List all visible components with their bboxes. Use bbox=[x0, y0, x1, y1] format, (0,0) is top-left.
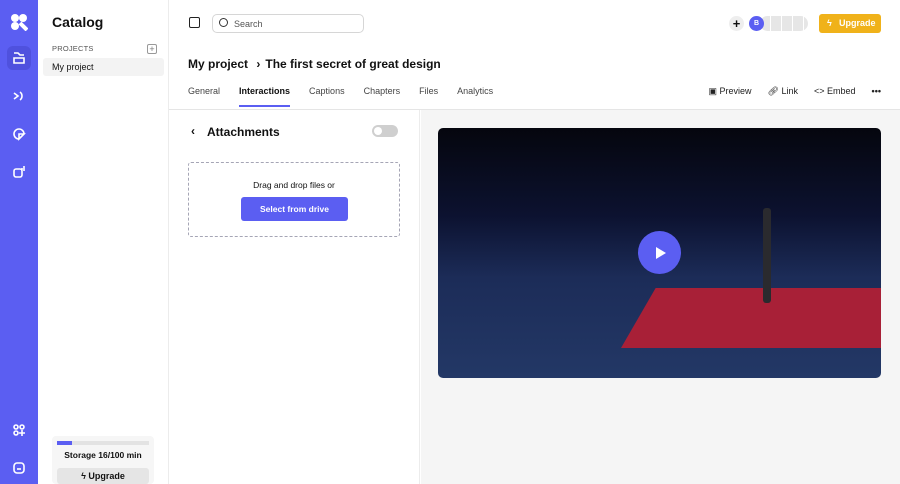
play-icon bbox=[655, 246, 666, 259]
preview-button[interactable]: ▣ Preview bbox=[709, 86, 752, 97]
tab-files[interactable]: Files bbox=[419, 86, 438, 107]
header: Search + B ϟ Upgrade My project › The firs… bbox=[169, 0, 900, 110]
link-button[interactable]: 🔗︎ Link bbox=[768, 86, 798, 97]
sidebar-toggle-icon[interactable] bbox=[189, 17, 200, 28]
attachments-toggle[interactable] bbox=[372, 125, 398, 137]
tab-captions[interactable]: Captions bbox=[309, 86, 345, 107]
select-from-drive-button[interactable]: Select from drive bbox=[241, 197, 348, 221]
tab-analytics[interactable]: Analytics bbox=[457, 86, 493, 107]
link-icon: 🔗︎ bbox=[767, 86, 782, 96]
video-frame-speaker bbox=[763, 208, 771, 303]
tab-interactions[interactable]: Interactions bbox=[239, 86, 291, 107]
app-rail bbox=[0, 0, 38, 484]
play-button[interactable] bbox=[638, 231, 681, 274]
tab-chapters[interactable]: Chapters bbox=[364, 86, 401, 107]
add-project-button[interactable]: + bbox=[147, 44, 157, 54]
ai-avatar-icon[interactable] bbox=[7, 160, 31, 184]
logo-icon[interactable] bbox=[7, 10, 31, 34]
actions: ▣ Preview 🔗︎ Link <> Embed ••• bbox=[709, 86, 881, 97]
sidebar-item-my-project[interactable]: My project bbox=[43, 58, 164, 76]
storage-progress bbox=[57, 441, 149, 445]
code-icon: <> bbox=[814, 86, 828, 96]
back-chevron-icon[interactable]: ‹ bbox=[191, 124, 195, 138]
folder-icon[interactable] bbox=[7, 46, 31, 70]
page-title: The first secret of great design bbox=[265, 57, 441, 71]
chat-icon[interactable] bbox=[7, 456, 31, 480]
sidebar-title: Catalog bbox=[52, 14, 104, 30]
drop-text: Drag and drop files or bbox=[253, 180, 335, 190]
attachments-panel: ‹ Attachments Drag and drop files or Sel… bbox=[169, 110, 420, 484]
broadcast-icon[interactable] bbox=[7, 84, 31, 108]
search-input[interactable]: Search bbox=[212, 14, 364, 33]
embed-button[interactable]: <> Embed bbox=[814, 86, 856, 97]
breadcrumb-separator: › bbox=[256, 57, 261, 71]
video-player[interactable] bbox=[438, 128, 881, 378]
preview-area bbox=[421, 110, 900, 484]
file-dropzone[interactable]: Drag and drop files or Select from drive bbox=[188, 162, 400, 237]
projects-heading: PROJECTS bbox=[52, 44, 94, 53]
breadcrumb-project[interactable]: My project bbox=[188, 57, 248, 71]
tab-general[interactable]: General bbox=[188, 86, 220, 107]
breadcrumb: My project › The first secret of great de… bbox=[188, 57, 441, 71]
catalog-sidebar: Catalog PROJECTS + My project Storage 16… bbox=[38, 0, 169, 484]
video-frame-stage bbox=[621, 288, 881, 348]
tabs: General Interactions Captions Chapters F… bbox=[188, 86, 493, 107]
storage-panel: Storage 16/100 min ϟ Upgrade bbox=[52, 436, 154, 484]
upgrade-button[interactable]: ϟ Upgrade bbox=[819, 14, 881, 33]
sidebar-upgrade-button[interactable]: ϟ Upgrade bbox=[57, 468, 149, 484]
more-icon[interactable]: ••• bbox=[872, 86, 881, 97]
avatar[interactable]: B bbox=[749, 16, 764, 31]
sticker-icon[interactable] bbox=[7, 122, 31, 146]
storage-label: Storage 16/100 min bbox=[64, 450, 142, 460]
panel-title: Attachments bbox=[207, 125, 280, 139]
integrations-icon[interactable] bbox=[7, 418, 31, 442]
avatar-placeholders bbox=[760, 16, 808, 31]
search-icon bbox=[219, 18, 228, 27]
play-square-icon: ▣ bbox=[708, 86, 720, 96]
invite-plus-button[interactable]: + bbox=[729, 16, 744, 31]
bolt-icon: ϟ bbox=[827, 18, 832, 28]
